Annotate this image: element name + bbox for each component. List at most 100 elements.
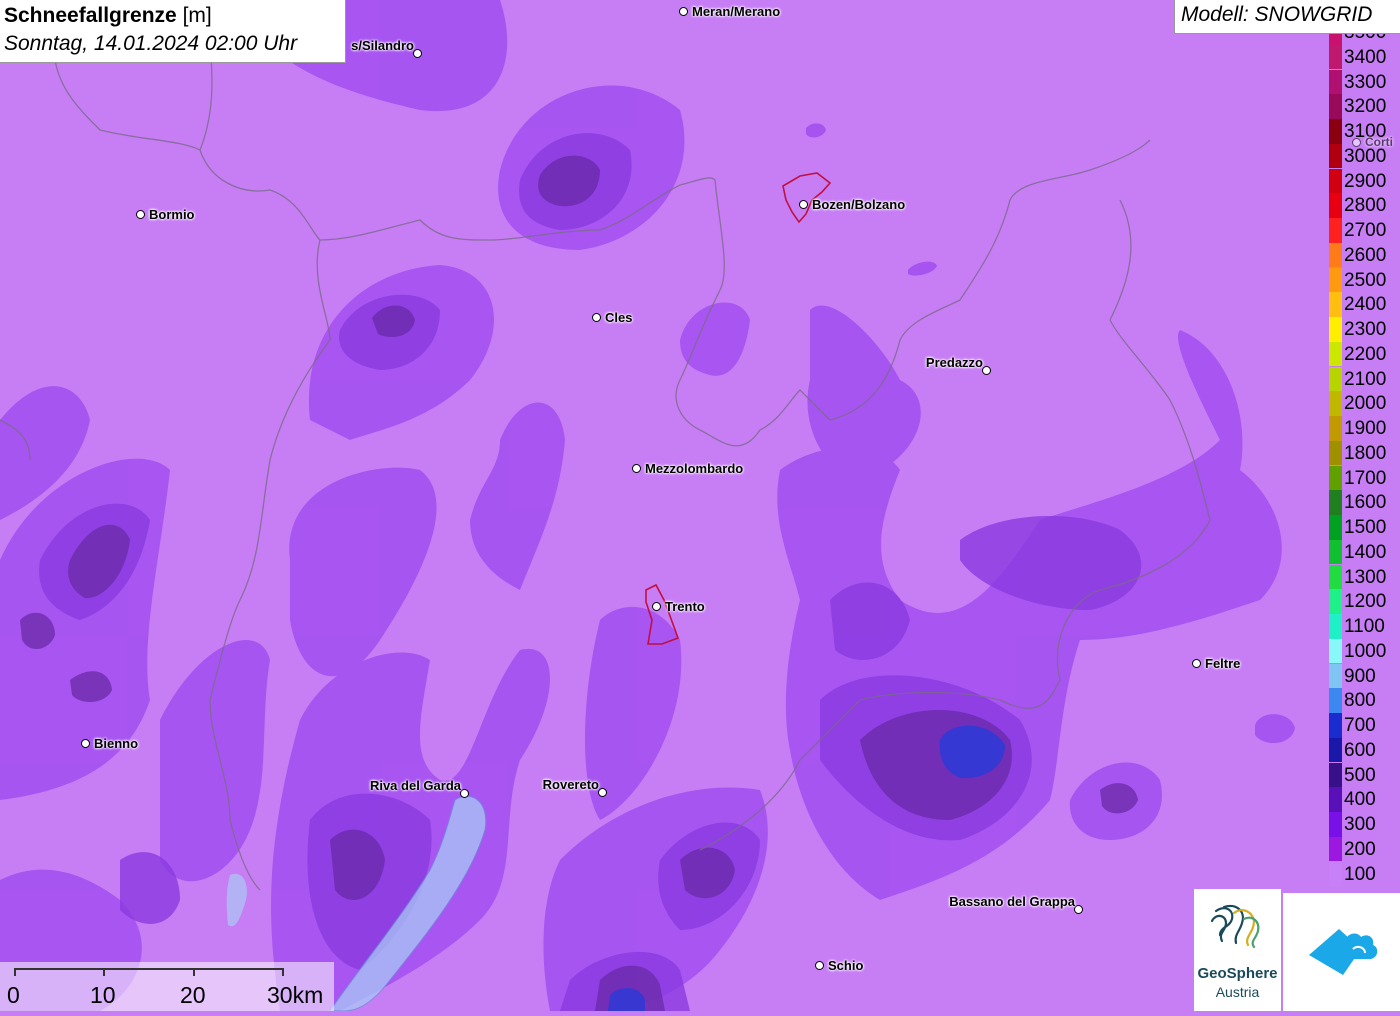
legend-swatch <box>1329 119 1342 144</box>
legend-row-3200: 3200 <box>1329 94 1400 119</box>
legend-row-1400: 1400 <box>1329 539 1400 565</box>
legend-swatch <box>1329 490 1342 515</box>
city-label: Trento <box>665 599 705 614</box>
city-marker <box>799 200 808 209</box>
legend-row-1100: 1100 <box>1329 614 1400 639</box>
legend-swatch <box>1329 69 1342 95</box>
legend-swatch <box>1329 836 1342 862</box>
map-title-box: Schneefallgrenze [m] Sonntag, 14.01.2024… <box>0 0 346 63</box>
legend-label: 2000 <box>1344 393 1387 415</box>
legend-swatch <box>1329 762 1342 788</box>
legend-swatch <box>1329 861 1342 887</box>
legend-label: 2600 <box>1344 244 1387 266</box>
geosphere-logo[interactable]: GeoSphere Austria <box>1194 889 1281 1011</box>
city-marker <box>413 49 422 58</box>
legend-label: 1100 <box>1344 616 1385 637</box>
scale-label-0: 0 <box>7 982 20 1008</box>
legend-row-2300: 2300 <box>1329 317 1400 342</box>
city-label: Bassano del Grappa <box>949 894 1075 909</box>
model-label: Modell: SNOWGRID <box>1174 0 1400 34</box>
legend-row-1300: 1300 <box>1329 564 1400 590</box>
legend-label: 2700 <box>1344 220 1387 241</box>
city-label: Predazzo <box>925 355 983 370</box>
legend-swatch <box>1329 787 1342 812</box>
scale-label-20: 20 <box>180 982 206 1008</box>
legend-row-2900: 2900 <box>1329 168 1400 194</box>
map-title: Schneefallgrenze [m] <box>4 2 341 30</box>
legend-label: 1800 <box>1344 442 1387 464</box>
legend-label: 800 <box>1344 690 1376 712</box>
scale-label-30km: 30km <box>267 982 324 1008</box>
legend-row-1200: 1200 <box>1329 589 1400 614</box>
legend-label: 400 <box>1344 789 1376 811</box>
legend-swatch <box>1329 515 1342 540</box>
legend-label: 1900 <box>1344 418 1387 439</box>
city-label: Meran/Merano <box>692 4 781 19</box>
legend-label: 1200 <box>1344 591 1387 613</box>
legend-swatch <box>1329 267 1342 293</box>
snowfall-limit-map[interactable] <box>0 0 1400 1011</box>
city-label: Rovereto <box>542 777 599 792</box>
city-label: Feltre <box>1205 656 1241 671</box>
city-label: Schio <box>828 958 864 973</box>
legend-row-2000: 2000 <box>1329 391 1400 416</box>
legend-swatch <box>1329 812 1342 837</box>
scale-label-10: 10 <box>90 982 116 1008</box>
legend-label: 2100 <box>1344 368 1387 390</box>
city-marker <box>652 602 661 611</box>
city-label: Bormio <box>149 207 195 222</box>
legend-row-500: 500 <box>1329 762 1400 788</box>
city-label: Corti <box>1365 135 1393 149</box>
legend-label: 1700 <box>1344 467 1387 489</box>
legend-swatch <box>1329 218 1342 243</box>
legend-row-3300: 3300 <box>1329 69 1400 95</box>
title-main-text: Schneefallgrenze <box>4 4 177 27</box>
city-label: Bienno <box>94 736 139 751</box>
legend-row-400: 400 <box>1329 787 1400 812</box>
legend-label: 2500 <box>1344 269 1387 291</box>
legend-row-200: 200 <box>1329 836 1400 862</box>
legend-swatch <box>1329 366 1342 392</box>
legend-row-2600: 2600 <box>1329 242 1400 268</box>
legend-swatch <box>1329 34 1342 45</box>
legend-label: 1300 <box>1344 566 1387 588</box>
legend-label: 3300 <box>1344 71 1387 93</box>
snowgrid-logo[interactable] <box>1283 893 1400 1011</box>
legend-label: 900 <box>1344 665 1376 687</box>
logo-line1: GeoSphere <box>1197 965 1278 982</box>
legend-swatch <box>1329 242 1342 268</box>
scale-tick <box>282 968 284 976</box>
legend-label: 1400 <box>1344 541 1387 563</box>
legend-swatch <box>1329 638 1342 664</box>
city-label: s/Silandro <box>351 38 414 53</box>
legend-swatch <box>1329 440 1342 466</box>
legend-row-1000: 1000 <box>1329 638 1400 664</box>
legend-label: 3500 <box>1344 34 1386 44</box>
legend-label: 2800 <box>1344 195 1387 217</box>
legend-swatch <box>1329 713 1342 738</box>
legend-label: 3200 <box>1344 96 1387 118</box>
logo-line2: Austria <box>1215 984 1260 1000</box>
city-marker <box>632 464 641 473</box>
city-label: Cles <box>605 310 633 325</box>
legend-label: 700 <box>1344 715 1376 736</box>
city-label: Mezzolombardo <box>645 461 744 476</box>
city-marker <box>815 961 824 970</box>
legend-row-2200: 2200 <box>1329 341 1400 367</box>
scale-tick <box>193 968 195 976</box>
map-timestamp: Sonntag, 14.01.2024 02:00 Uhr <box>4 32 298 55</box>
legend-swatch <box>1329 94 1342 119</box>
legend-row-900: 900 <box>1329 663 1400 689</box>
snow-cloud-icon <box>1309 929 1378 975</box>
legend-label: 2200 <box>1344 343 1387 365</box>
legend-row-2700: 2700 <box>1329 218 1400 243</box>
legend-swatch <box>1329 317 1342 342</box>
legend-row-2100: 2100 <box>1329 366 1400 392</box>
legend-label: 300 <box>1344 814 1376 835</box>
legend-row-600: 600 <box>1329 737 1400 763</box>
legend-swatch <box>1329 737 1342 763</box>
city-marker <box>1074 905 1083 914</box>
legend-label: 500 <box>1344 764 1376 786</box>
legend-label: 2300 <box>1344 319 1387 340</box>
legend-label: 1600 <box>1344 492 1387 514</box>
